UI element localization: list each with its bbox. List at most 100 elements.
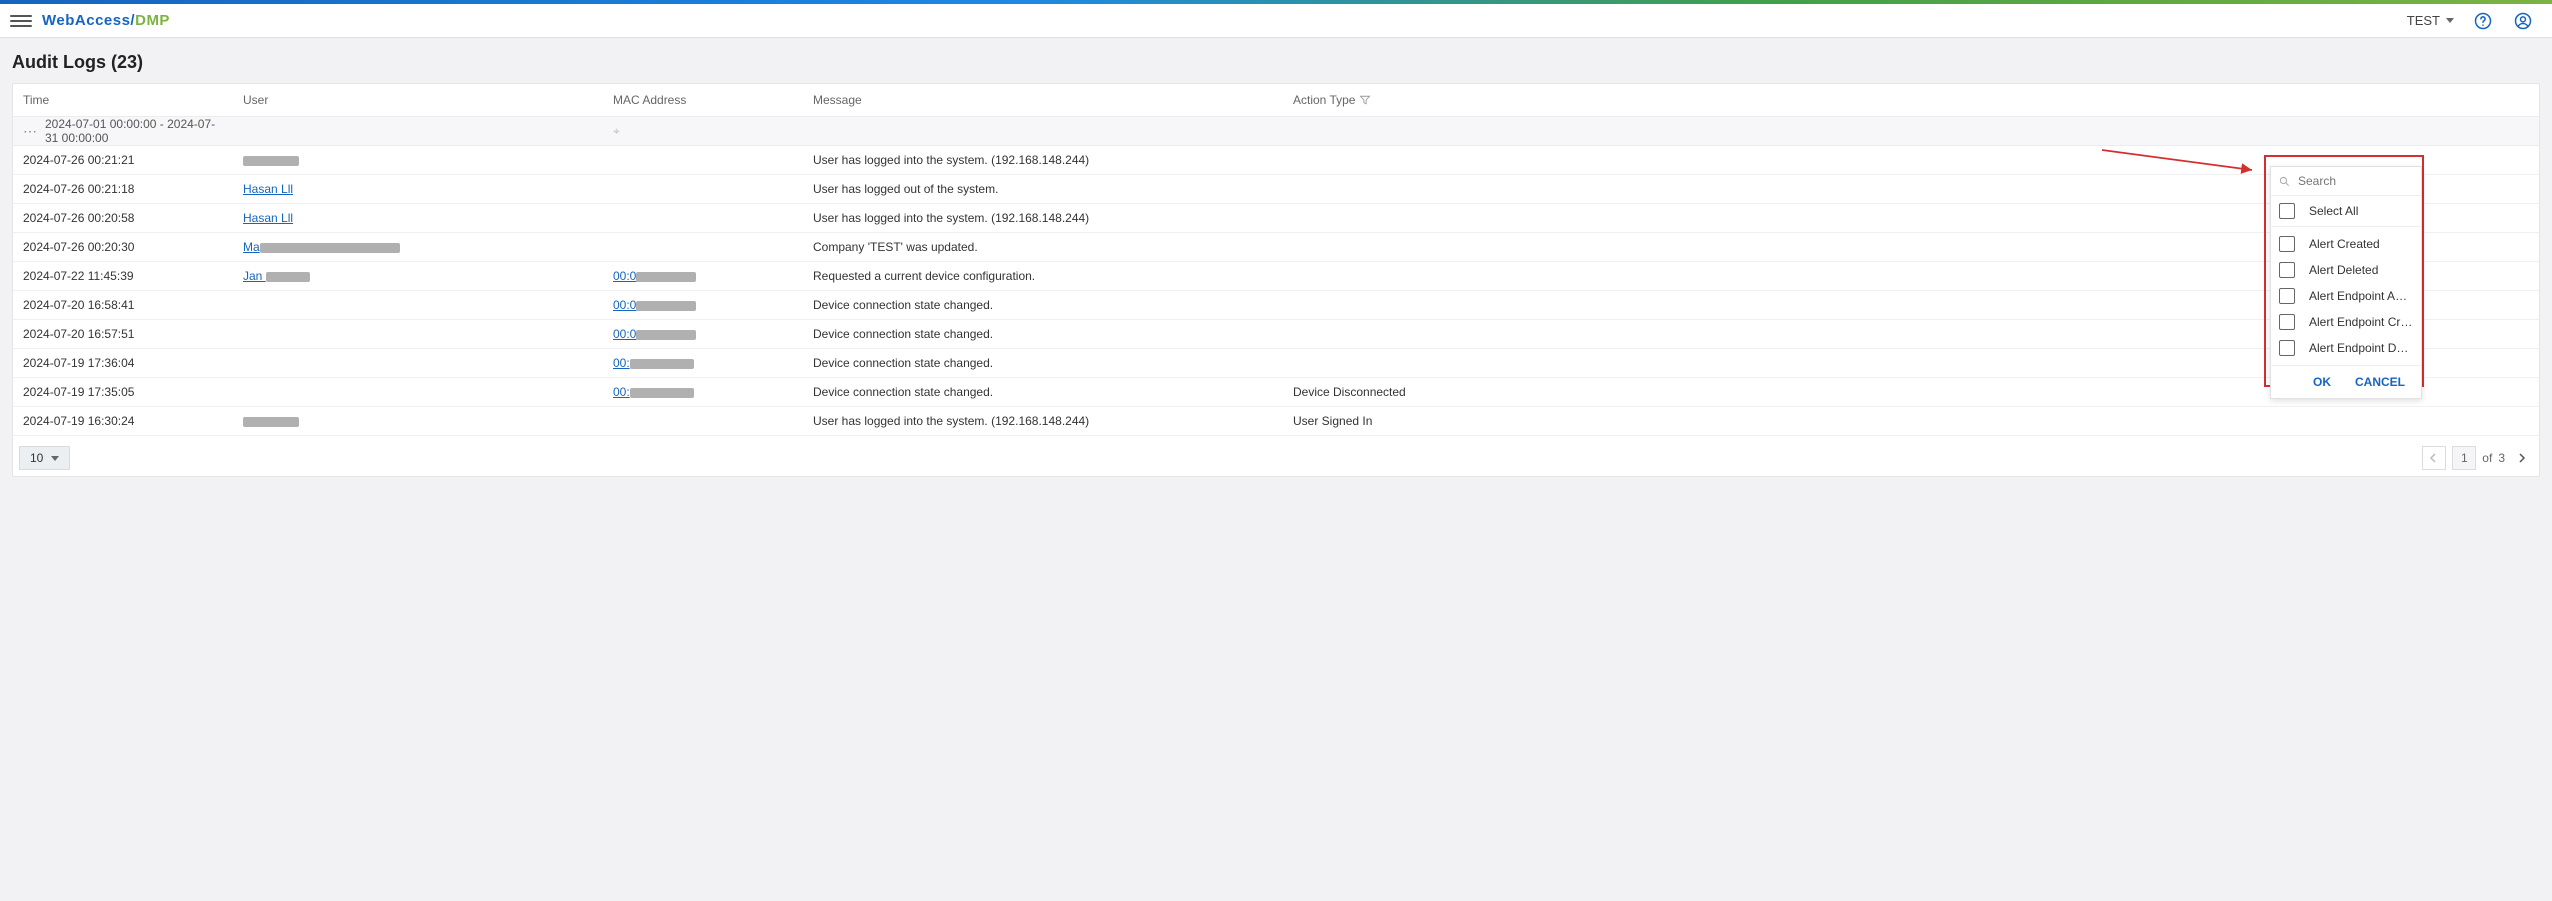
filter-option-label: Alert Endpoint Created <box>2309 315 2413 329</box>
user-menu-button[interactable]: TEST <box>2407 13 2454 28</box>
mac-link[interactable]: 00:0 <box>613 298 696 312</box>
page-size-value: 10 <box>30 451 43 465</box>
mac-filter[interactable]: ⌖ <box>603 124 803 139</box>
table-row[interactable]: 2024-07-19 16:30:24User has logged into … <box>13 407 2539 436</box>
checkbox-icon[interactable] <box>2279 340 2295 356</box>
user-label: TEST <box>2407 13 2440 28</box>
cell-message: User has logged out of the system. <box>803 182 1283 196</box>
filter-search-input[interactable] <box>2296 173 2413 189</box>
filter-search[interactable] <box>2271 167 2421 196</box>
user-link[interactable]: Hasan Lll <box>243 182 293 196</box>
table-header: Time User MAC Address Message Action Typ… <box>13 84 2539 117</box>
filter-option[interactable]: Alert Created <box>2271 231 2421 257</box>
checkbox-icon[interactable] <box>2279 203 2295 219</box>
cell-message: Device connection state changed. <box>803 356 1283 370</box>
chevron-right-icon <box>2517 453 2527 463</box>
mac-link[interactable]: 00: <box>613 385 694 399</box>
help-button[interactable] <box>2472 10 2494 32</box>
user-link[interactable] <box>243 414 299 428</box>
select-all-option[interactable]: Select All <box>2271 196 2421 227</box>
filter-option[interactable]: Alert Endpoint Deleted <box>2271 335 2421 361</box>
cell-message: Requested a current device configuration… <box>803 269 1283 283</box>
col-action-type[interactable]: Action Type <box>1283 93 1543 107</box>
table-row[interactable]: 2024-07-19 17:35:05 00: Device connection … <box>13 378 2539 407</box>
cell-message: Device connection state changed. <box>803 385 1283 399</box>
table-footer: 10 1 of 3 <box>13 436 2539 476</box>
checkbox-icon[interactable] <box>2279 288 2295 304</box>
audit-log-table: Time User MAC Address Message Action Typ… <box>12 83 2540 477</box>
logo-text-a: WebAccess/ <box>42 12 135 29</box>
cell-mac: 00:0 <box>603 269 803 283</box>
user-link[interactable]: Jan <box>243 269 310 283</box>
menu-toggle-button[interactable] <box>10 10 32 32</box>
filter-placeholder-icon: ⌖ <box>613 124 620 139</box>
mac-link[interactable]: 00:0 <box>613 327 696 341</box>
col-user[interactable]: User <box>233 93 603 107</box>
cell-user: Ma <box>233 240 603 254</box>
filter-option-label: Alert Endpoint Deleted <box>2309 341 2413 355</box>
checkbox-icon[interactable] <box>2279 236 2295 252</box>
next-page-button[interactable] <box>2511 447 2533 469</box>
table-row[interactable]: 2024-07-26 00:20:30MaCompany 'TEST' was … <box>13 233 2539 262</box>
table-body: 2024-07-26 00:21:21 User has logged into … <box>13 146 2539 436</box>
table-row[interactable]: 2024-07-26 00:21:21 User has logged into … <box>13 146 2539 175</box>
table-row[interactable]: 2024-07-20 16:57:5100:0Device connection… <box>13 320 2539 349</box>
cell-user <box>233 153 603 167</box>
filter-option-label: Alert Endpoint Assignmen… <box>2309 289 2413 303</box>
app-logo: WebAccess/DMP <box>42 12 170 29</box>
time-range-value: 2024-07-01 00:00:00 - 2024-07-31 00:00:0… <box>45 117 223 145</box>
user-link[interactable]: Hasan Lll <box>243 211 293 225</box>
filter-option[interactable]: Alert Endpoint Assignmen… <box>2271 283 2421 309</box>
cell-time: 2024-07-19 16:30:24 <box>13 414 233 428</box>
cell-user: Jan <box>233 269 603 283</box>
time-range-filter[interactable]: ⋯ 2024-07-01 00:00:00 - 2024-07-31 00:00… <box>13 117 233 145</box>
table-row[interactable]: 2024-07-26 00:20:58Hasan LllUser has log… <box>13 204 2539 233</box>
cell-message: User has logged into the system. (192.16… <box>803 153 1283 167</box>
cell-time: 2024-07-19 17:36:04 <box>13 356 233 370</box>
user-link[interactable]: Ma <box>243 240 400 254</box>
page-size-select[interactable]: 10 <box>19 446 70 470</box>
cell-mac: 00:0 <box>603 298 803 312</box>
cell-time: 2024-07-26 00:21:18 <box>13 182 233 196</box>
cell-message: Device connection state changed. <box>803 327 1283 341</box>
cell-time: 2024-07-22 11:45:39 <box>13 269 233 283</box>
checkbox-icon[interactable] <box>2279 314 2295 330</box>
account-button[interactable] <box>2512 10 2534 32</box>
current-page-input[interactable]: 1 <box>2452 446 2476 470</box>
cell-action-type: User Signed In <box>1283 414 1543 428</box>
cell-mac: 00:0 <box>603 327 803 341</box>
total-pages: 3 <box>2498 451 2505 465</box>
table-row[interactable]: 2024-07-22 11:45:39 Jan 00:0 Requested a c… <box>13 262 2539 291</box>
table-filter-row: ⋯ 2024-07-01 00:00:00 - 2024-07-31 00:00… <box>13 117 2539 146</box>
search-icon <box>2279 175 2290 188</box>
mac-link[interactable]: 00: <box>613 356 694 370</box>
cell-time: 2024-07-20 16:58:41 <box>13 298 233 312</box>
filter-option[interactable]: Alert Endpoint Created <box>2271 309 2421 335</box>
table-row[interactable]: 2024-07-20 16:58:41 00:0 Device connection… <box>13 291 2539 320</box>
account-circle-icon <box>2513 11 2533 31</box>
cell-mac: 00: <box>603 385 803 399</box>
filter-ok-button[interactable]: OK <box>2307 374 2337 390</box>
col-mac[interactable]: MAC Address <box>603 93 803 107</box>
filter-option-label: Alert Created <box>2309 237 2380 251</box>
user-link[interactable] <box>243 153 299 167</box>
cell-time: 2024-07-26 00:20:30 <box>13 240 233 254</box>
filter-option[interactable]: Alert Deleted <box>2271 257 2421 283</box>
cell-time: 2024-07-26 00:21:21 <box>13 153 233 167</box>
filter-icon <box>1359 94 1371 106</box>
prev-page-button[interactable] <box>2422 446 2446 470</box>
col-message[interactable]: Message <box>803 93 1283 107</box>
pagination: 1 of 3 <box>2422 446 2533 470</box>
filter-cancel-button[interactable]: CANCEL <box>2349 374 2411 390</box>
drag-handle-icon: ⋯ <box>23 123 39 140</box>
table-row[interactable]: 2024-07-19 17:36:04 00: Device connection … <box>13 349 2539 378</box>
cell-time: 2024-07-19 17:35:05 <box>13 385 233 399</box>
checkbox-icon[interactable] <box>2279 262 2295 278</box>
table-row[interactable]: 2024-07-26 00:21:18 Hasan Lll User has log… <box>13 175 2539 204</box>
select-all-label: Select All <box>2309 204 2358 218</box>
col-time[interactable]: Time <box>13 93 233 107</box>
cell-message: Device connection state changed. <box>803 298 1283 312</box>
mac-link[interactable]: 00:0 <box>613 269 696 283</box>
col-action-type-label: Action Type <box>1293 93 1355 107</box>
cell-user: Hasan Lll <box>233 211 603 225</box>
